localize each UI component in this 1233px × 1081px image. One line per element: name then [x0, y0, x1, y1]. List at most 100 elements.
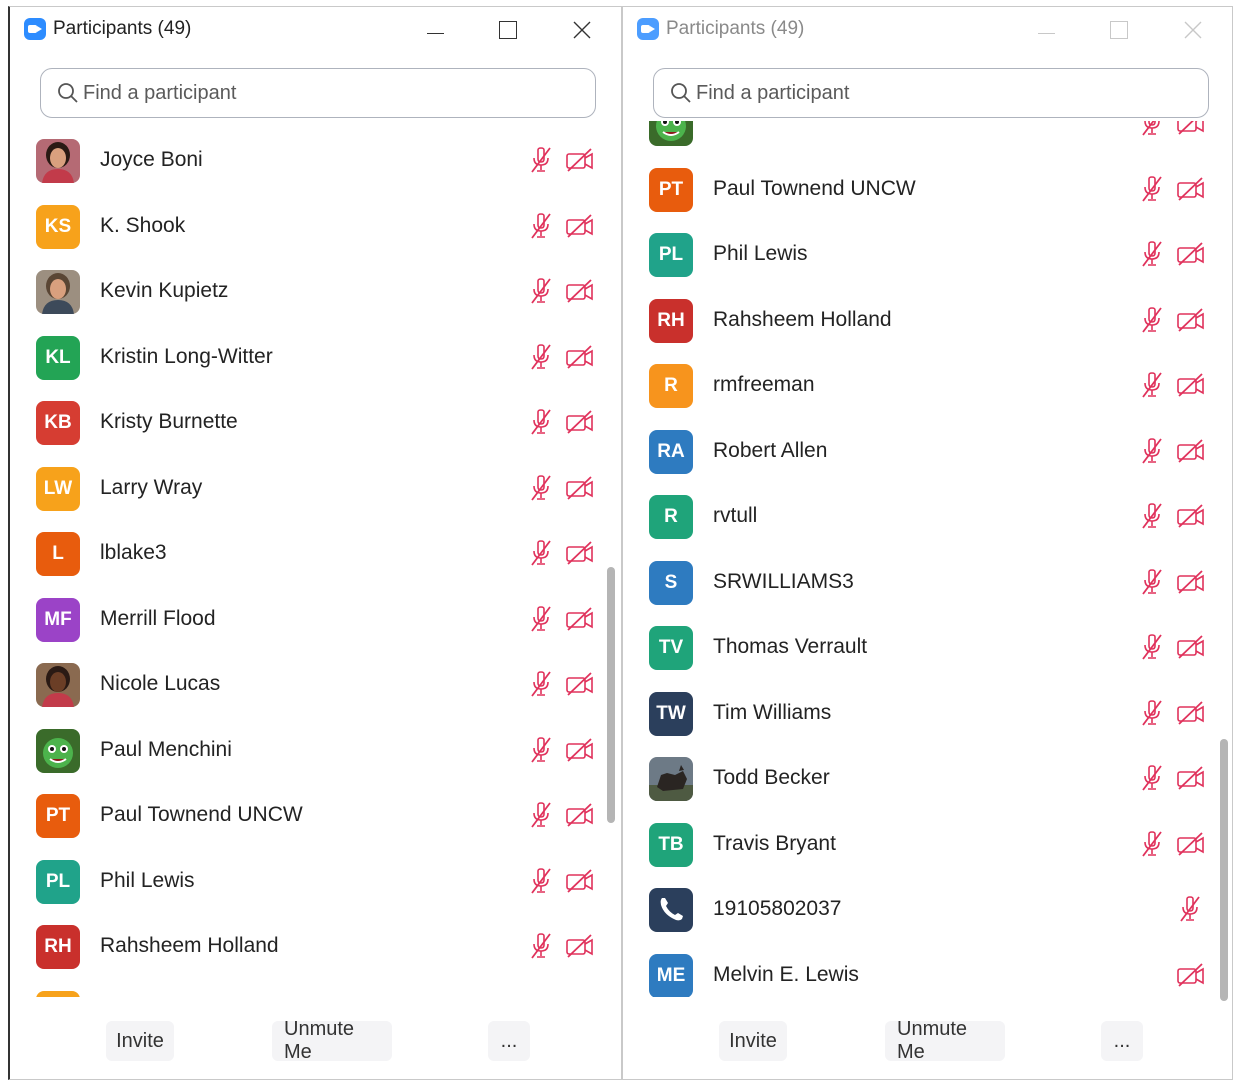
video-off-icon[interactable]: [565, 277, 593, 305]
muted-mic-icon[interactable]: [1138, 699, 1166, 727]
muted-mic-icon[interactable]: [1138, 633, 1166, 661]
participant-row[interactable]: [623, 121, 1212, 157]
video-off-icon[interactable]: [1176, 764, 1204, 792]
minimize-button[interactable]: [1032, 15, 1062, 45]
muted-mic-icon[interactable]: [527, 408, 555, 436]
participant-row[interactable]: S SRWILLIAMS3: [623, 550, 1212, 616]
close-button[interactable]: [1178, 15, 1208, 45]
muted-mic-icon[interactable]: [1138, 502, 1166, 530]
video-off-icon[interactable]: [565, 605, 593, 633]
participant-row[interactable]: Todd Becker: [623, 746, 1212, 812]
video-off-icon[interactable]: [1176, 961, 1204, 989]
muted-mic-icon[interactable]: [527, 343, 555, 371]
muted-mic-icon[interactable]: [1138, 175, 1166, 203]
muted-mic-icon[interactable]: [527, 605, 555, 633]
participant-row[interactable]: 19105802037: [623, 877, 1212, 943]
muted-mic-icon[interactable]: [527, 539, 555, 567]
video-off-icon[interactable]: [1176, 633, 1204, 661]
video-off-icon[interactable]: [1176, 306, 1204, 334]
invite-button[interactable]: Invite: [106, 1021, 174, 1061]
video-off-icon[interactable]: [565, 212, 593, 240]
video-off-icon[interactable]: [1176, 568, 1204, 596]
search-input[interactable]: [696, 77, 1176, 109]
maximize-button[interactable]: [1104, 15, 1134, 45]
participant-row[interactable]: Rrmfreeman: [623, 353, 1212, 419]
muted-mic-icon[interactable]: [527, 867, 555, 895]
minimize-button[interactable]: [421, 15, 451, 45]
participant-row[interactable]: PL Phil Lewis: [623, 222, 1212, 288]
muted-mic-icon[interactable]: [1138, 830, 1166, 858]
video-off-icon[interactable]: [1176, 371, 1204, 399]
participant-row[interactable]: Nicole Lucas: [10, 652, 601, 718]
close-button[interactable]: [567, 15, 597, 45]
participant-row[interactable]: Llblake3: [10, 521, 601, 587]
participant-row[interactable]: KS K. Shook: [10, 194, 601, 260]
participant-row[interactable]: [10, 980, 601, 997]
participant-row[interactable]: Rrvtull: [623, 484, 1212, 550]
participant-row[interactable]: RH Rahsheem Holland: [623, 288, 1212, 354]
video-off-icon[interactable]: [565, 474, 593, 502]
muted-mic-icon[interactable]: [527, 932, 555, 960]
participant-row[interactable]: ME Melvin E. Lewis: [623, 943, 1212, 997]
muted-mic-icon[interactable]: [1138, 121, 1166, 137]
search-input[interactable]: [83, 77, 563, 109]
video-off-icon[interactable]: [565, 801, 593, 829]
participant-row[interactable]: KL Kristin Long-Witter: [10, 325, 601, 391]
muted-mic-icon[interactable]: [1138, 306, 1166, 334]
muted-mic-icon[interactable]: [1176, 895, 1204, 923]
muted-mic-icon[interactable]: [1138, 764, 1166, 792]
muted-mic-icon[interactable]: [527, 801, 555, 829]
participant-row[interactable]: Kevin Kupietz: [10, 259, 601, 325]
muted-mic-icon[interactable]: [527, 474, 555, 502]
participant-row[interactable]: TW Tim Williams: [623, 681, 1212, 747]
muted-mic-icon[interactable]: [527, 277, 555, 305]
participant-row[interactable]: MF Merrill Flood: [10, 587, 601, 653]
invite-button[interactable]: Invite: [719, 1021, 787, 1061]
video-off-icon[interactable]: [565, 408, 593, 436]
more-button[interactable]: ...: [488, 1021, 530, 1061]
participant-row[interactable]: RA Robert Allen: [623, 419, 1212, 485]
video-off-icon[interactable]: [1176, 121, 1204, 137]
participant-row[interactable]: PL Phil Lewis: [10, 849, 601, 915]
video-off-icon[interactable]: [1176, 699, 1204, 727]
video-off-icon[interactable]: [1176, 437, 1204, 465]
unmute-me-button[interactable]: Unmute Me: [272, 1018, 392, 1063]
maximize-button[interactable]: [493, 15, 523, 45]
muted-mic-icon[interactable]: [1138, 371, 1166, 399]
participant-row[interactable]: TV Thomas Verrault: [623, 615, 1212, 681]
participant-row[interactable]: RH Rahsheem Holland: [10, 914, 601, 980]
muted-mic-icon[interactable]: [1138, 568, 1166, 596]
muted-mic-icon[interactable]: [1138, 437, 1166, 465]
participant-list[interactable]: PT Paul Townend UNCW PL Phil Lewis RH Rahshee…: [623, 121, 1232, 997]
video-off-icon[interactable]: [565, 867, 593, 895]
muted-mic-icon[interactable]: [527, 670, 555, 698]
participant-row[interactable]: Joyce Boni: [10, 128, 601, 194]
muted-mic-icon[interactable]: [527, 146, 555, 174]
unmute-me-button[interactable]: Unmute Me: [885, 1018, 1005, 1063]
video-off-icon[interactable]: [565, 932, 593, 960]
scrollbar[interactable]: [1220, 739, 1228, 1001]
video-off-icon[interactable]: [565, 146, 593, 174]
participant-row[interactable]: KB Kristy Burnette: [10, 390, 601, 456]
video-off-icon[interactable]: [1176, 240, 1204, 268]
video-off-icon[interactable]: [1176, 830, 1204, 858]
video-off-icon[interactable]: [565, 343, 593, 371]
participant-row[interactable]: LW Larry Wray: [10, 456, 601, 522]
video-off-icon[interactable]: [1176, 175, 1204, 203]
search-box[interactable]: [653, 68, 1209, 118]
muted-mic-icon[interactable]: [527, 736, 555, 764]
participant-row[interactable]: Paul Menchini: [10, 718, 601, 784]
scrollbar[interactable]: [607, 567, 615, 823]
muted-mic-icon[interactable]: [527, 212, 555, 240]
participant-row[interactable]: TB Travis Bryant: [623, 812, 1212, 878]
participant-row[interactable]: PT Paul Townend UNCW: [10, 783, 601, 849]
muted-mic-icon[interactable]: [1138, 240, 1166, 268]
search-box[interactable]: [40, 68, 596, 118]
video-off-icon[interactable]: [565, 539, 593, 567]
video-off-icon[interactable]: [565, 736, 593, 764]
participant-row[interactable]: PT Paul Townend UNCW: [623, 157, 1212, 223]
video-off-icon[interactable]: [1176, 502, 1204, 530]
video-off-icon[interactable]: [565, 670, 593, 698]
more-button[interactable]: ...: [1101, 1021, 1143, 1061]
participant-list[interactable]: Joyce Boni KS K. Shook Kevin Kupietz KL Krist…: [10, 121, 621, 997]
